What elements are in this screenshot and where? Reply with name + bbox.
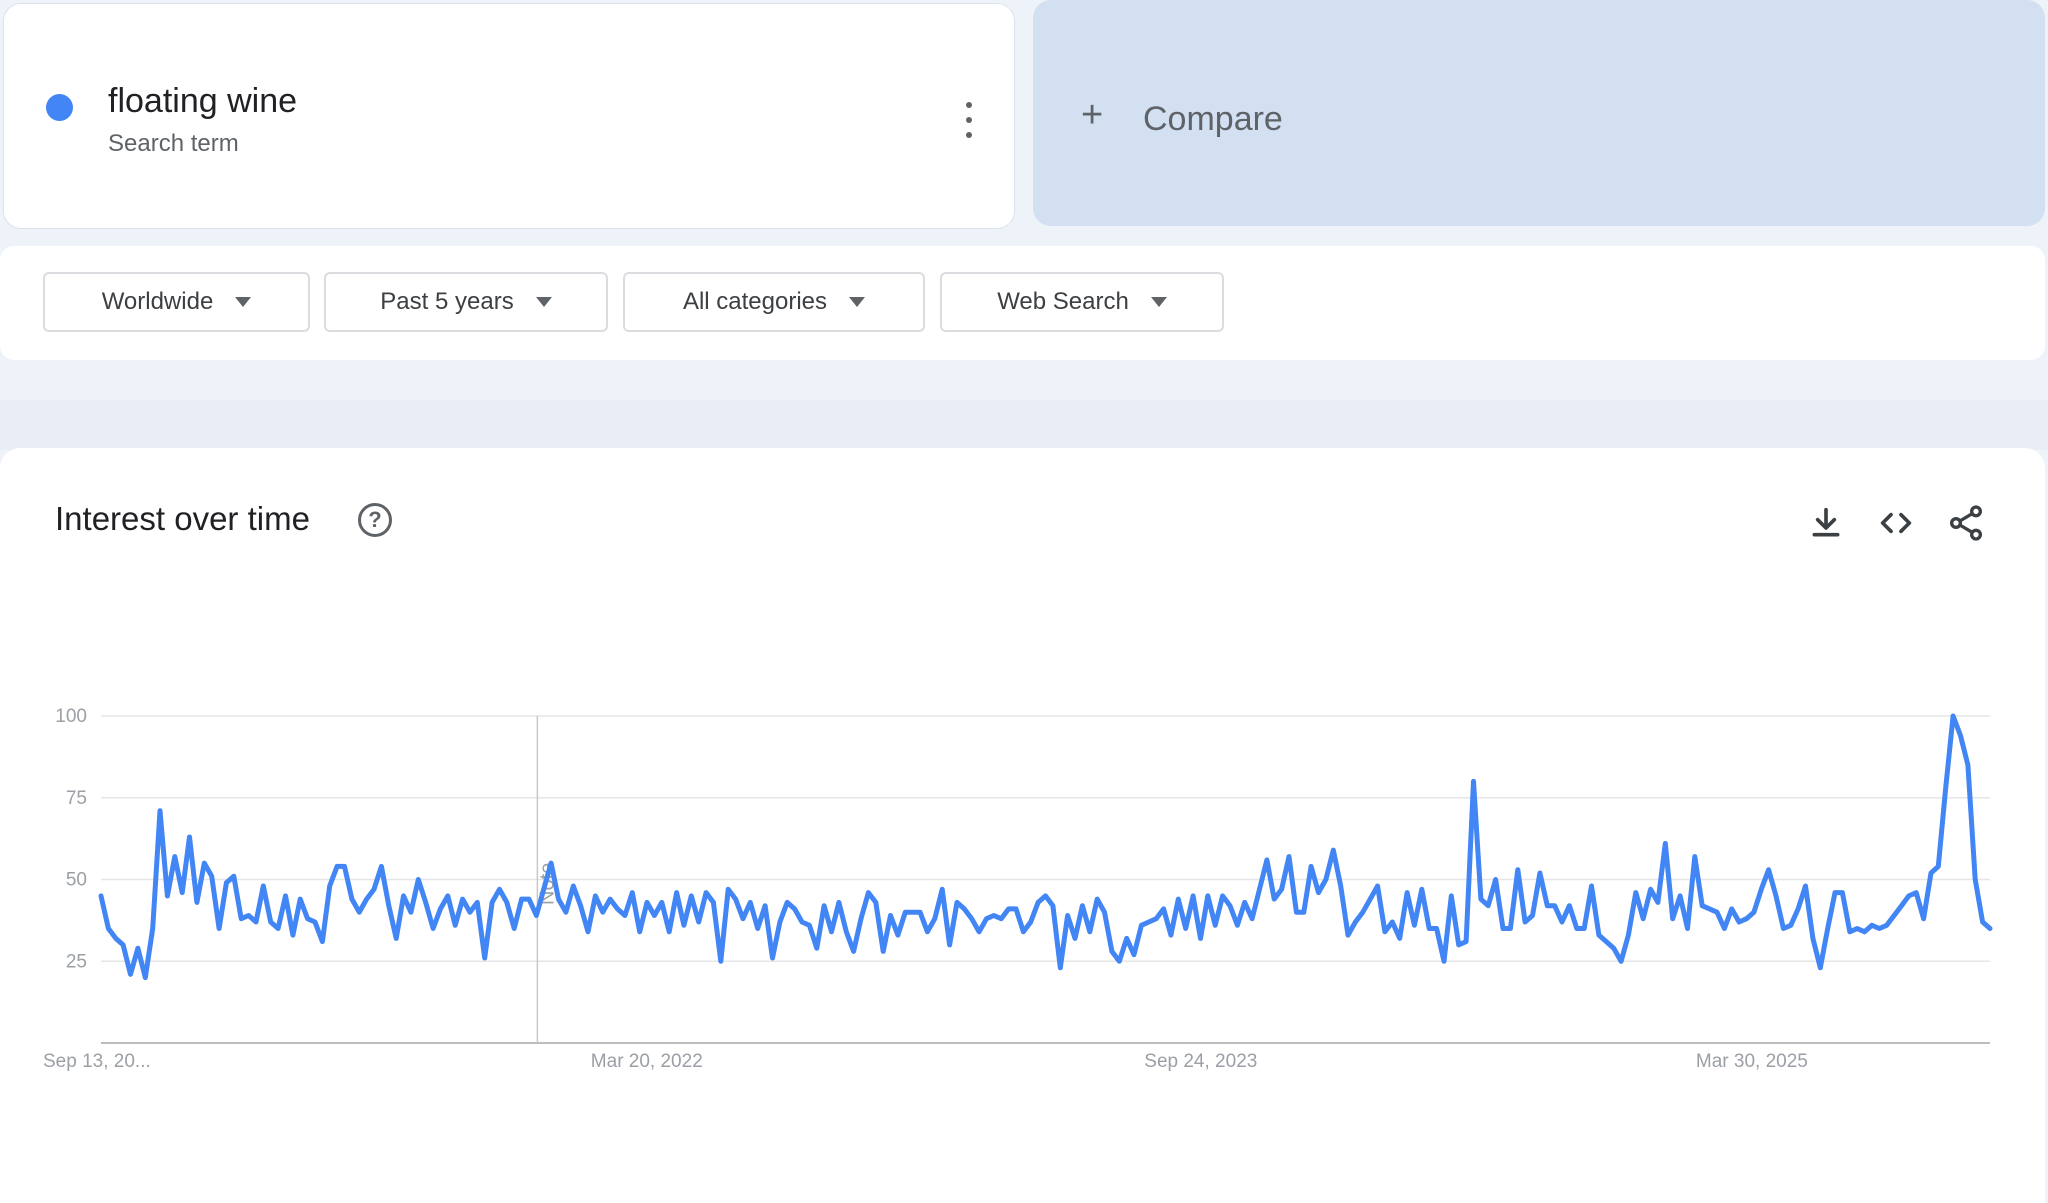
- compare-label: Compare: [1143, 100, 1283, 138]
- help-icon[interactable]: ?: [358, 503, 392, 537]
- time-range-filter-label: Past 5 years: [380, 288, 514, 315]
- compare-button[interactable]: + Compare: [1033, 0, 2045, 226]
- location-filter-dropdown[interactable]: Worldwide: [43, 272, 310, 332]
- interest-over-time-card: [0, 448, 2045, 1203]
- caret-down-icon: [235, 297, 252, 307]
- more-options-icon[interactable]: [954, 102, 984, 138]
- search-term-name: floating wine: [108, 82, 298, 120]
- category-filter-label: All categories: [682, 288, 828, 315]
- caret-down-icon: [1150, 297, 1167, 307]
- chart-title: Interest over time: [55, 500, 310, 537]
- plus-icon: +: [1081, 94, 1104, 136]
- caret-down-icon: [535, 297, 552, 307]
- search-type-filter-label: Web Search: [997, 288, 1129, 315]
- section-divider: [0, 400, 2048, 450]
- search-type-filter-dropdown[interactable]: Web Search: [940, 272, 1224, 332]
- search-term-card: floating wine Search term: [3, 3, 1015, 229]
- download-icon[interactable]: [1806, 503, 1846, 543]
- location-filter-label: Worldwide: [101, 288, 214, 315]
- time-range-filter-dropdown[interactable]: Past 5 years: [324, 272, 608, 332]
- search-term-subtitle: Search term: [108, 130, 239, 157]
- share-icon[interactable]: [1946, 503, 1986, 543]
- embed-code-icon[interactable]: [1876, 503, 1916, 543]
- series-color-dot: [46, 94, 73, 121]
- category-filter-dropdown[interactable]: All categories: [623, 272, 925, 332]
- caret-down-icon: [849, 297, 866, 307]
